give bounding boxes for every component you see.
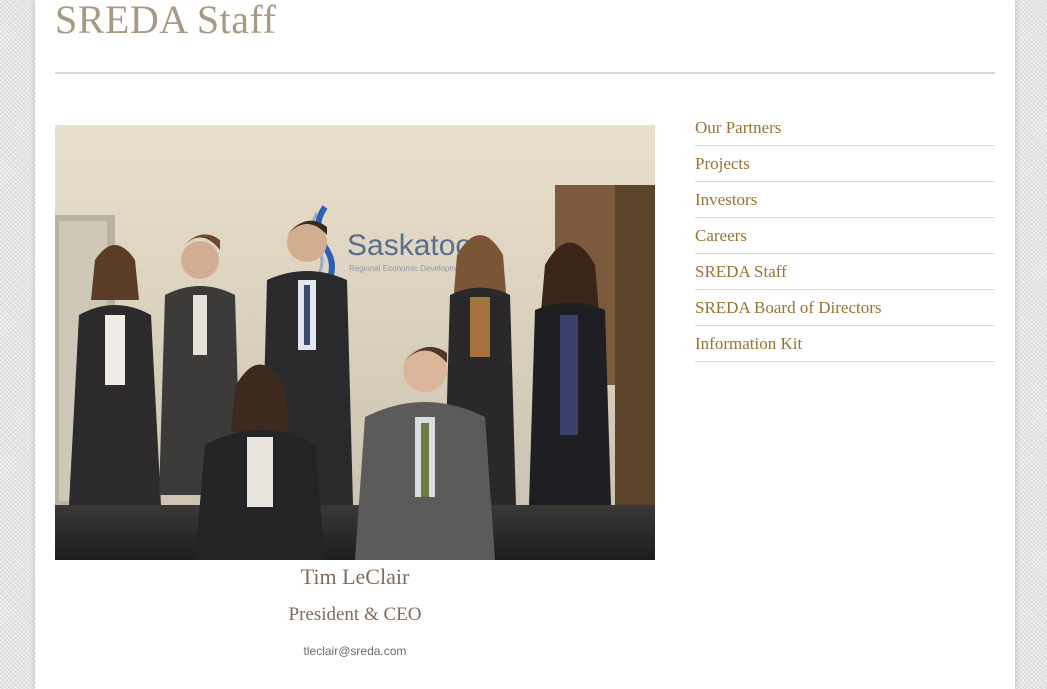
staff-email[interactable]: tleclair@sreda.com bbox=[55, 644, 655, 658]
sidebar-item-projects: Projects bbox=[695, 146, 995, 182]
title-divider bbox=[55, 72, 995, 74]
sidebar-item-information-kit: Information Kit bbox=[695, 326, 995, 362]
sidebar-item-our-partners: Our Partners bbox=[695, 110, 995, 146]
sidebar-link-board-of-directors[interactable]: SREDA Board of Directors bbox=[695, 298, 882, 318]
sidebar-link-projects[interactable]: Projects bbox=[695, 154, 750, 174]
staff-position: President & CEO bbox=[288, 604, 422, 625]
sidebar-nav: Our Partners Projects Investors Careers … bbox=[695, 110, 995, 362]
sidebar-link-information-kit[interactable]: Information Kit bbox=[695, 334, 802, 354]
sidebar-item-sreda-staff: SREDA Staff bbox=[695, 254, 995, 290]
sidebar-link-our-partners[interactable]: Our Partners bbox=[695, 118, 781, 138]
sidebar-link-investors[interactable]: Investors bbox=[695, 190, 757, 210]
sidebar-item-careers: Careers bbox=[695, 218, 995, 254]
sidebar-link-careers[interactable]: Careers bbox=[695, 226, 747, 246]
sidebar-link-sreda-staff[interactable]: SREDA Staff bbox=[695, 262, 787, 282]
page-container: SREDA Staff Saskatoon Regional Economic … bbox=[35, 0, 1015, 689]
staff-email-text[interactable]: tleclair@sreda.com bbox=[304, 644, 407, 658]
staff-name: Tim LeClair bbox=[300, 564, 410, 589]
sidebar-item-board-of-directors: SREDA Board of Directors bbox=[695, 290, 995, 326]
page-title: SREDA Staff bbox=[55, 0, 277, 42]
staff-group-photo: Saskatoon Regional Economic Development … bbox=[55, 125, 655, 560]
sidebar-item-investors: Investors bbox=[695, 182, 995, 218]
